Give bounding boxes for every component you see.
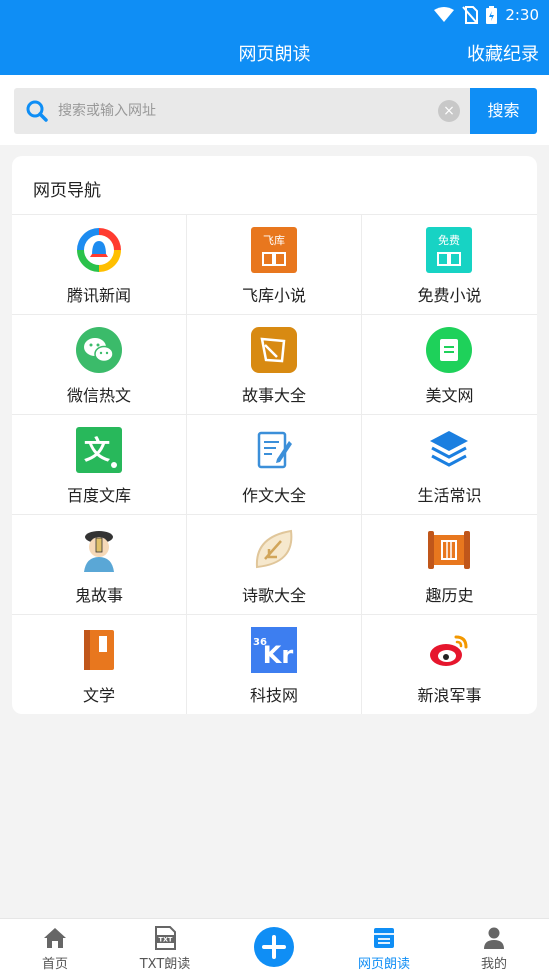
app-bar: 网页朗读 收藏纪录 [0,30,549,75]
wechat-icon [76,327,122,373]
nav-item-label: 免费小说 [417,286,482,305]
clear-icon[interactable]: × [438,100,460,122]
nav-item-wechat-articles[interactable]: 微信热文 [12,315,187,415]
nav-item-label: 百度文库 [66,486,131,505]
nav-item-literature[interactable]: 文学 [12,615,187,714]
history-scroll-icon [428,531,470,569]
free-novel-icon: 免费 [426,227,472,273]
profile-icon [484,927,504,949]
weibo-icon [430,635,468,666]
36kr-icon: 36 Kr [251,627,297,673]
ghost-story-icon [84,531,114,572]
nav-item-tech[interactable]: 36 Kr 科技网 [187,615,362,714]
layers-icon [430,431,468,467]
txt-file-icon: TXT [155,926,176,950]
search-button[interactable]: 搜索 [470,88,537,134]
tencent-news-icon [77,228,121,272]
icon-text: 飞库 [263,234,285,247]
search-box: × [14,88,470,134]
nav-item-tencent-news[interactable]: 腾讯新闻 [12,215,187,315]
wifi-icon [434,7,455,22]
icon-text: 文 [84,435,111,466]
status-time: 2:30 [505,6,539,24]
nav-item-meiwen[interactable]: 美文网 [362,315,537,415]
search-icon [26,100,48,122]
nav-item-free-novel[interactable]: 免费 免费小说 [362,215,537,315]
nav-item-label: 微信热文 [66,386,131,405]
status-bar: 2:30 [0,0,549,30]
nav-item-label: 新浪军事 [417,686,482,705]
nav-item-label: 鬼故事 [74,586,123,605]
tab-label: 网页朗读 [357,957,410,972]
nav-item-essays[interactable]: 作文大全 [187,415,362,515]
icon-text: 免费 [438,233,460,247]
tab-mine[interactable]: 我的 [439,919,549,976]
nav-item-label: 趣历史 [425,586,474,605]
nav-item-fun-history[interactable]: 趣历史 [362,515,537,615]
essay-edit-icon [257,431,292,469]
nav-item-sina-military[interactable]: 新浪军事 [362,615,537,714]
battery-charging-icon [486,6,498,24]
no-sim-icon [462,6,479,24]
poetry-icon [255,529,293,569]
card-title: 网页导航 [33,181,101,201]
nav-item-baidu-wenku[interactable]: 文 百度文库 [12,415,187,515]
tab-label: TXT朗读 [139,957,191,972]
search-bar: × 搜索 [0,75,549,145]
tab-home[interactable]: 首页 [0,919,110,976]
nav-item-label: 生活常识 [417,486,482,505]
nav-item-label: 诗歌大全 [241,586,306,605]
tab-web-reading[interactable]: 网页朗读 [329,919,439,976]
nav-item-label: 腾讯新闻 [66,286,131,305]
nav-item-poetry[interactable]: 诗歌大全 [187,515,362,615]
navigation-grid: 腾讯新闻 飞库 飞库小说 免费 免费小说 微信热文 故事大全 美文网 文 百度文… [12,214,537,714]
nav-item-life-tips[interactable]: 生活常识 [362,415,537,515]
nav-item-label: 作文大全 [241,486,306,505]
feiku-novel-icon: 飞库 [251,227,297,273]
favorites-history-button[interactable]: 收藏纪录 [467,40,539,66]
nav-item-label: 文学 [82,686,115,705]
tab-label: 我的 [480,957,507,972]
literature-book-icon [84,630,114,670]
search-input[interactable] [58,88,438,134]
bottom-tab-bar: 首页 TXT TXT朗读 网页朗读 我的 [0,918,549,976]
nav-item-label: 飞库小说 [241,286,306,305]
add-icon [262,935,286,959]
story-collection-icon [251,327,297,373]
meiwen-icon [426,327,472,373]
nav-item-story-collection[interactable]: 故事大全 [187,315,362,415]
baidu-wenku-icon: 文 [76,427,122,473]
webpage-icon [374,928,394,948]
home-icon [44,928,66,948]
web-navigation-card: 网页导航 腾讯新闻 飞库 飞库小说 免费 免费小说 微信热文 故事大全 美文网 … [12,156,537,714]
status-icons: 2:30 [434,5,539,25]
icon-text: Kr [263,641,294,669]
tab-txt-reading[interactable]: TXT TXT朗读 [110,919,220,976]
icon-text: TXT [159,936,173,944]
tab-label: 首页 [41,957,68,972]
nav-item-label: 故事大全 [241,386,306,405]
nav-item-ghost-stories[interactable]: 鬼故事 [12,515,187,615]
nav-item-label: 科技网 [249,686,298,705]
add-button[interactable] [254,927,294,967]
nav-item-label: 美文网 [425,386,474,405]
nav-item-feiku-novel[interactable]: 飞库 飞库小说 [187,215,362,315]
